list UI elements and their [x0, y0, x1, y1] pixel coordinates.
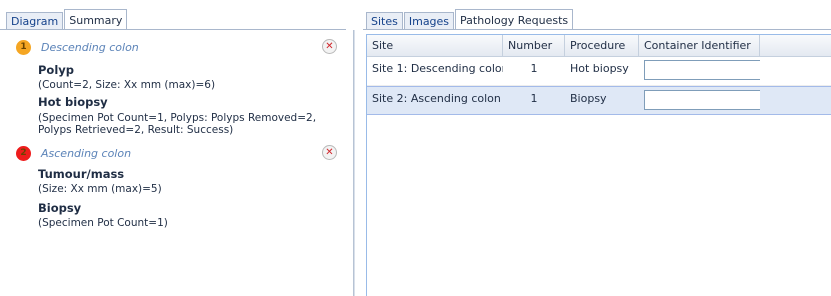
table-row[interactable]: Site 1: Descending colon 1 Hot biopsy [367, 57, 831, 86]
summary-pane: Diagram Summary 1 Descending colon ✕ Pol… [0, 0, 346, 296]
summary-site-2: 2 Ascending colon [16, 144, 131, 162]
site-name: Descending colon [41, 40, 139, 54]
column-header-site[interactable]: Site [367, 35, 503, 57]
tab-divider [0, 29, 346, 30]
x-icon: ✕ [325, 40, 334, 52]
left-tab-strip: Diagram Summary [6, 7, 128, 30]
tab-sites[interactable]: Sites [366, 12, 403, 29]
summary-site-1: 1 Descending colon [16, 38, 139, 56]
cell-procedure: Hot biopsy [570, 62, 629, 75]
tab-summary[interactable]: Summary [64, 9, 128, 30]
grid-header: Site Number Procedure Container Identifi… [367, 35, 831, 57]
site-name: Ascending colon [41, 146, 132, 160]
column-header-procedure[interactable]: Procedure [565, 35, 639, 57]
remove-site-2-button[interactable]: ✕ [322, 145, 337, 160]
tab-divider [363, 29, 831, 30]
cell-site: Site 2: Ascending colon [372, 92, 501, 105]
table-row[interactable]: Site 2: Ascending colon 1 Biopsy [367, 86, 831, 115]
column-header-filler [760, 35, 831, 57]
tab-images[interactable]: Images [403, 12, 455, 29]
column-header-number[interactable]: Number [503, 35, 565, 57]
tab-pathology-requests[interactable]: Pathology Requests [455, 9, 574, 30]
finding-detail: (Size: Xx mm (max)=5) [38, 183, 162, 195]
remove-site-1-button[interactable]: ✕ [322, 39, 337, 54]
cell-container-identifier [639, 57, 760, 85]
finding-title: Polyp [38, 63, 74, 77]
site-number-badge: 1 [16, 39, 31, 55]
finding-title: Tumour/mass [38, 167, 125, 181]
cell-procedure: Biopsy [570, 92, 607, 105]
finding-detail: (Specimen Pot Count=1) [38, 217, 168, 229]
x-icon: ✕ [325, 146, 334, 158]
finding-detail: (Specimen Pot Count=1, Polyps: Polyps Re… [38, 112, 317, 136]
tab-diagram[interactable]: Diagram [6, 12, 64, 29]
cell-number: 1 [530, 92, 538, 105]
finding-detail: (Count=2, Size: Xx mm (max)=6) [38, 79, 216, 91]
right-tab-strip: Sites Images Pathology Requests [366, 7, 574, 30]
pathology-requests-grid: Site Number Procedure Container Identifi… [366, 34, 831, 296]
container-identifier-input[interactable] [644, 60, 760, 80]
site-number-badge: 2 [16, 145, 31, 161]
cell-container-identifier [639, 87, 760, 114]
column-header-container-identifier[interactable]: Container Identifier [639, 35, 760, 57]
pane-splitter[interactable] [353, 30, 355, 296]
finding-title: Hot biopsy [38, 95, 108, 109]
cell-site: Site 1: Descending colon [372, 62, 503, 75]
container-identifier-input[interactable] [644, 90, 760, 110]
cell-number: 1 [530, 62, 538, 75]
finding-title: Biopsy [38, 201, 82, 215]
